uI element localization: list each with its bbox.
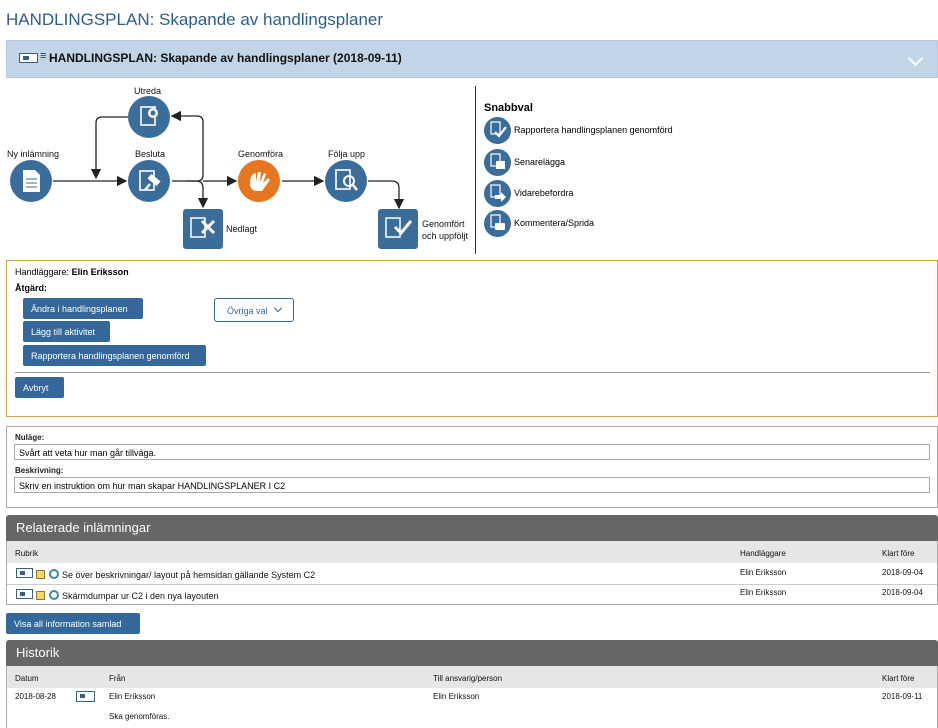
row-rubrik[interactable]: Se över beskrivningar/ layout på hemsida… [62, 570, 315, 580]
toggle-icon[interactable] [76, 691, 95, 702]
divider [475, 86, 476, 254]
row-handlaggare: Elin Eriksson [740, 568, 787, 577]
row-klart: 2018-09-11 [882, 692, 923, 701]
avbryt-button[interactable]: Avbryt [15, 377, 64, 398]
lagg-till-aktivitet-button[interactable]: Lägg till aktivitet [23, 321, 110, 342]
col-klart: Klart före [882, 549, 915, 558]
chevron-down-icon[interactable] [907, 50, 924, 67]
handlaggare-name: Elin Eriksson [71, 267, 129, 277]
snabbval-label: Rapportera handlingsplanen genomförd [514, 125, 673, 135]
row-note: Ska genomföras. [109, 712, 170, 721]
atgard-label: Åtgärd: [15, 283, 47, 293]
col-till: Till ansvarig/person [433, 674, 503, 683]
snabbval-label: Kommentera/Sprida [514, 218, 595, 228]
toggle-icon[interactable] [16, 568, 33, 578]
row-fran: Elin Eriksson [109, 692, 156, 701]
document-search-icon [140, 106, 158, 126]
step-genomfort[interactable] [378, 209, 418, 249]
col-datum: Datum [15, 674, 39, 683]
related-table-header: Rubrik Handläggare Klart före [7, 541, 937, 563]
historik-table-header: Datum Från Till ansvarig/person Klart fö… [7, 666, 937, 688]
step-label-ny: Ny inlämning [7, 149, 60, 159]
row-klart: 2018-09-04 [882, 588, 923, 597]
beskrivning-label: Beskrivning: [15, 466, 64, 475]
related-panel-header: Relaterade inlämningar [6, 515, 938, 541]
col-handlaggare: Handläggare [740, 549, 786, 558]
row-klart: 2018-09-04 [882, 568, 923, 577]
row-till: Elin Eriksson [433, 692, 480, 701]
comment-icon [484, 210, 511, 237]
page-title: HANDLINGSPLAN: Skapande av handlingsplan… [6, 10, 384, 29]
search-icon[interactable] [49, 590, 59, 600]
plan-header-bar[interactable]: ≡ HANDLINGSPLAN: Skapande av handlingspl… [6, 40, 938, 78]
row-rubrik[interactable]: Skärmdumpar ur C2 i den nya layouten [62, 591, 219, 601]
step-ny-inlamning[interactable] [10, 160, 52, 202]
search-icon[interactable] [49, 569, 59, 579]
step-label-genomfort-2: och uppföljt [422, 231, 469, 241]
table-row[interactable]: Se över beskrivningar/ layout på hemsida… [7, 563, 937, 584]
fields-box [6, 426, 938, 508]
checkbox-icon[interactable] [36, 570, 45, 579]
table-row: 2018-08-28 Elin Eriksson Elin Eriksson 2… [7, 688, 937, 728]
hand-icon [250, 172, 270, 191]
ovriga-val-label: Övriga val [227, 306, 268, 316]
row-datum: 2018-08-28 [15, 692, 56, 701]
checkmark-icon [385, 217, 413, 238]
step-label-utreda: Utreda [134, 86, 162, 96]
step-besluta[interactable] [128, 160, 170, 202]
ovriga-val-dropdown[interactable]: Övriga val [214, 298, 294, 322]
visa-all-information-button[interactable]: Visa all information samlad [6, 613, 140, 634]
row-handlaggare: Elin Eriksson [740, 588, 787, 597]
step-label-besluta: Besluta [135, 149, 166, 159]
step-genomfora[interactable] [238, 160, 280, 202]
gavel-icon [139, 170, 161, 191]
document-icon [23, 170, 40, 192]
step-label-folja-upp: Följa upp [328, 149, 366, 159]
handlaggare-label: Handläggare: [15, 267, 70, 277]
checkbox-icon[interactable] [36, 591, 45, 600]
step-folja-upp[interactable] [325, 160, 367, 202]
postpone-icon [484, 149, 511, 176]
historik-panel-header: Historik [6, 640, 938, 666]
toggle-icon[interactable] [16, 589, 33, 599]
close-icon [190, 217, 216, 238]
step-label-genomfora: Genomföra [238, 149, 284, 159]
report-done-icon [484, 117, 511, 144]
forward-icon [484, 180, 511, 207]
col-fran: Från [109, 674, 126, 683]
nulage-field[interactable]: Svårt att veta hur man går tillväga. [14, 444, 930, 460]
toggle-icon[interactable] [19, 53, 38, 63]
col-rubrik: Rubrik [15, 549, 39, 558]
beskrivning-field[interactable]: Skriv en instruktion om hur man skapar H… [14, 477, 930, 493]
step-label-nedlagt: Nedlagt [226, 224, 258, 234]
col-klart: Klart före [882, 674, 915, 683]
magnifier-icon [335, 169, 358, 191]
plan-header-title: HANDLINGSPLAN: Skapande av handlingsplan… [49, 51, 402, 65]
rapportera-button[interactable]: Rapportera handlingsplanen genomförd [23, 345, 206, 366]
nulage-label: Nuläge: [15, 433, 45, 442]
actions-box [6, 260, 938, 417]
step-utreda[interactable] [128, 96, 170, 138]
table-row[interactable]: Skärmdumpar ur C2 i den nya layouten Eli… [7, 585, 937, 605]
snabbval-label: Senarelägga [514, 157, 566, 167]
menu-icon: ≡ [40, 50, 47, 62]
snabbval-label: Vidarebefordra [514, 188, 574, 198]
andra-button[interactable]: Ändra i handlingsplanen [23, 298, 143, 319]
chevron-down-icon [273, 303, 283, 313]
step-nedlagt[interactable] [183, 209, 223, 249]
actions-divider [15, 372, 930, 373]
snabbval-title: Snabbval [484, 102, 533, 114]
step-label-genomfort-1: Genomfört [422, 219, 465, 229]
handlaggare-row: Handläggare: Elin Eriksson [15, 267, 129, 277]
